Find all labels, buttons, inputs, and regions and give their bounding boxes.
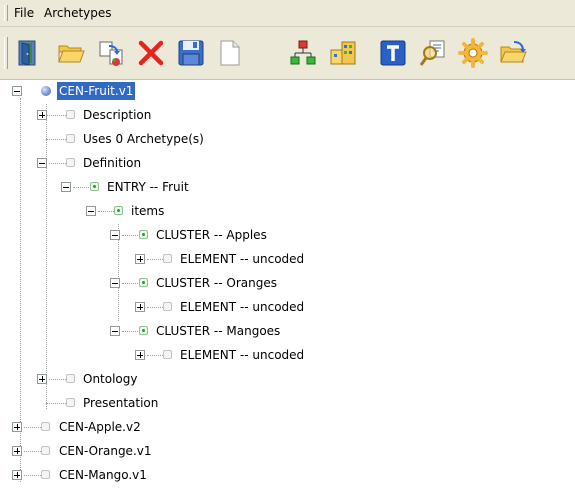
items-node-icon: [114, 206, 123, 215]
search-button[interactable]: [416, 36, 450, 70]
expand-toggle[interactable]: [135, 302, 145, 312]
terminology-button[interactable]: [326, 36, 360, 70]
tree-node-orange[interactable]: CEN-Orange.v1: [0, 441, 575, 461]
open-file-button[interactable]: [496, 36, 530, 70]
entry-node-icon: [90, 182, 99, 191]
new-document-icon: [220, 40, 240, 66]
door-icon: [18, 40, 36, 66]
tree-node-items[interactable]: items: [0, 201, 575, 221]
tree-node-label[interactable]: CEN-Apple.v2: [57, 418, 143, 436]
settings-gear-icon: [458, 38, 488, 68]
node-icon: [66, 134, 75, 143]
collapse-toggle[interactable]: [61, 182, 71, 192]
text-icon: [380, 40, 406, 66]
tree-node-label[interactable]: Description: [81, 106, 153, 124]
tree-node-definition[interactable]: Definition: [0, 153, 575, 173]
structure-button[interactable]: [286, 36, 320, 70]
tree-node-uses[interactable]: Uses 0 Archetype(s): [0, 129, 575, 149]
menu-archetypes[interactable]: Archetypes: [41, 4, 115, 22]
tree-node-label[interactable]: items: [129, 202, 166, 220]
tree-node-apple[interactable]: CEN-Apple.v2: [0, 417, 575, 437]
tree-node-presentation[interactable]: Presentation: [0, 393, 575, 413]
tree-node-cluster-oranges[interactable]: CLUSTER -- Oranges: [0, 273, 575, 293]
expand-toggle[interactable]: [12, 470, 22, 480]
collapse-toggle[interactable]: [37, 158, 47, 168]
exit-button[interactable]: [10, 36, 44, 70]
tree-node-label[interactable]: Presentation: [81, 394, 160, 412]
archetype-node-icon: [41, 446, 50, 455]
cluster-node-icon: [139, 230, 148, 239]
tree-node-label[interactable]: CEN-Fruit.v1: [57, 82, 136, 100]
new-button[interactable]: [212, 36, 246, 70]
menu-bar: File Archetypes: [0, 0, 575, 27]
tree-node-label[interactable]: CLUSTER -- Oranges: [154, 274, 279, 292]
tree-node-mango[interactable]: CEN-Mango.v1: [0, 465, 575, 485]
tree-node-description[interactable]: Description: [0, 105, 575, 125]
expand-toggle[interactable]: [37, 374, 47, 384]
delete-button[interactable]: [134, 36, 168, 70]
tree-node-label[interactable]: Uses 0 Archetype(s): [81, 130, 206, 148]
archetype-node-icon: [41, 422, 50, 431]
cluster-node-icon: [139, 326, 148, 335]
delete-icon: [138, 40, 164, 66]
collapse-toggle[interactable]: [110, 230, 120, 240]
node-icon: [66, 158, 75, 167]
node-icon: [66, 398, 75, 407]
expand-toggle[interactable]: [135, 254, 145, 264]
tree-node-cluster-mangoes[interactable]: CLUSTER -- Mangoes: [0, 321, 575, 341]
tree-node-root[interactable]: CEN-Fruit.v1: [0, 81, 575, 101]
save-icon: [178, 40, 204, 66]
open-file-icon: [500, 41, 527, 63]
database-icon: [330, 41, 356, 65]
tree-node-element[interactable]: ELEMENT -- uncoded: [0, 345, 575, 365]
tree-node-element[interactable]: ELEMENT -- uncoded: [0, 297, 575, 317]
tree-node-label[interactable]: ELEMENT -- uncoded: [178, 250, 306, 268]
tree-node-cluster-apples[interactable]: CLUSTER -- Apples: [0, 225, 575, 245]
settings-button[interactable]: [456, 36, 490, 70]
collapse-toggle[interactable]: [12, 86, 22, 96]
tree-node-element[interactable]: ELEMENT -- uncoded: [0, 249, 575, 269]
tree-node-label[interactable]: ELEMENT -- uncoded: [178, 346, 306, 364]
collapse-toggle[interactable]: [110, 326, 120, 336]
open-folder-icon: [58, 45, 85, 63]
open-button[interactable]: [54, 36, 88, 70]
element-node-icon: [163, 302, 172, 311]
tree-node-label[interactable]: Ontology: [81, 370, 140, 388]
tree-node-label[interactable]: CEN-Orange.v1: [57, 442, 154, 460]
expand-toggle[interactable]: [12, 422, 22, 432]
tree-node-label[interactable]: Definition: [81, 154, 143, 172]
toolbar-grip: [4, 37, 8, 69]
import-button[interactable]: [94, 36, 128, 70]
archetype-node-icon: [41, 470, 50, 479]
tree-node-label[interactable]: CLUSTER -- Mangoes: [154, 322, 282, 340]
expand-toggle[interactable]: [37, 110, 47, 120]
tree-structure-icon: [290, 40, 316, 65]
menu-grip: [4, 5, 8, 21]
tree-node-label[interactable]: CLUSTER -- Apples: [154, 226, 269, 244]
import-icon: [99, 41, 123, 66]
node-icon: [66, 110, 75, 119]
toolbar: [0, 27, 575, 80]
tree-node-label[interactable]: ENTRY -- Fruit: [105, 178, 191, 196]
archetype-tree[interactable]: CEN-Fruit.v1 Description Uses 0 Archetyp…: [0, 80, 575, 496]
element-node-icon: [163, 254, 172, 263]
tree-node-ontology[interactable]: Ontology: [0, 369, 575, 389]
element-node-icon: [163, 350, 172, 359]
search-text-icon: [419, 40, 445, 66]
archetype-node-icon: [41, 86, 51, 96]
collapse-toggle[interactable]: [110, 278, 120, 288]
text-button[interactable]: [376, 36, 410, 70]
expand-toggle[interactable]: [135, 350, 145, 360]
cluster-node-icon: [139, 278, 148, 287]
collapse-toggle[interactable]: [86, 206, 96, 216]
tree-node-label[interactable]: ELEMENT -- uncoded: [178, 298, 306, 316]
menu-file[interactable]: File: [11, 4, 37, 22]
tree-node-entry[interactable]: ENTRY -- Fruit: [0, 177, 575, 197]
node-icon: [66, 374, 75, 383]
tree-node-label[interactable]: CEN-Mango.v1: [57, 466, 149, 484]
save-button[interactable]: [174, 36, 208, 70]
expand-toggle[interactable]: [12, 446, 22, 456]
